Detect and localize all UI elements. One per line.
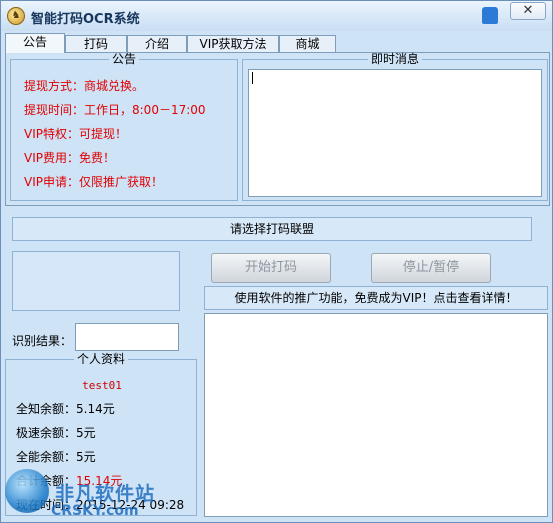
tab-notice[interactable]: 公告 (5, 33, 65, 53)
full-balance: 全能余额：5元 (16, 450, 96, 464)
stop-pause-button[interactable]: 停止/暂停 (371, 253, 491, 283)
app-logo-icon: ♞ (7, 7, 25, 25)
title-bar: ♞ 智能打码OCR系统 ✕ (1, 1, 552, 31)
profile-group-title: 个人资料 (76, 352, 125, 366)
tab-vip-method[interactable]: VIP获取方法 (187, 35, 279, 53)
captcha-image-area (12, 251, 180, 311)
total-balance-value: 15.14元 (76, 474, 123, 488)
notice-tab-panel: 公告 提现方式：商城兑换。 提现时间：工作日，8:00－17:00 VIP特权：… (5, 52, 550, 206)
notice-group: 公告 提现方式：商城兑换。 提现时间：工作日，8:00－17:00 VIP特权：… (10, 53, 238, 201)
skin-icon[interactable] (482, 7, 498, 24)
start-coding-button[interactable]: 开始打码 (211, 253, 331, 283)
fast-balance: 极速余额：5元 (16, 426, 96, 440)
username: test01 (82, 379, 122, 392)
alliance-select[interactable]: 请选择打码联盟 (12, 217, 532, 241)
promo-link[interactable]: 使用软件的推广功能，免费成为VIP！点击查看详情！ (204, 286, 548, 310)
total-balance-label: 合计余额： (16, 474, 77, 488)
notice-line: VIP费用：免费！ (24, 151, 115, 165)
log-textarea[interactable] (204, 313, 548, 517)
profile-group: 个人资料 test01 全知余额：5.14元 极速余额：5元 全能余额：5元 合… (5, 353, 197, 516)
notice-line: VIP申请：仅限推广获取！ (24, 175, 163, 189)
total-balance: 合计余额：15.14元 (16, 472, 122, 489)
app-window: ♞ 智能打码OCR系统 ✕ 公告 打码 介绍 VIP获取方法 商城 公告 提现方… (0, 0, 553, 523)
instant-messages-group: 即时消息 (242, 53, 548, 201)
recognition-result-label: 识别结果： (12, 334, 73, 348)
tab-intro[interactable]: 介绍 (127, 35, 187, 53)
notice-line: 提现时间：工作日，8:00－17:00 (24, 103, 206, 117)
text-caret (252, 72, 253, 84)
current-time: 现在时间：2015-12-24 09:28 (16, 498, 185, 512)
notice-line: 提现方式：商城兑换。 (24, 79, 145, 93)
tab-shop[interactable]: 商城 (279, 35, 336, 53)
instant-messages-textarea[interactable] (248, 69, 542, 197)
instant-messages-title: 即时消息 (370, 52, 419, 66)
window-title: 智能打码OCR系统 (31, 12, 140, 27)
tab-coding[interactable]: 打码 (65, 35, 127, 53)
notice-line: VIP特权：可提现！ (24, 127, 127, 141)
close-button[interactable]: ✕ (510, 2, 546, 20)
notice-group-title: 公告 (111, 52, 136, 66)
all-balance: 全知余额：5.14元 (16, 402, 115, 416)
recognition-result-input[interactable] (75, 323, 179, 351)
